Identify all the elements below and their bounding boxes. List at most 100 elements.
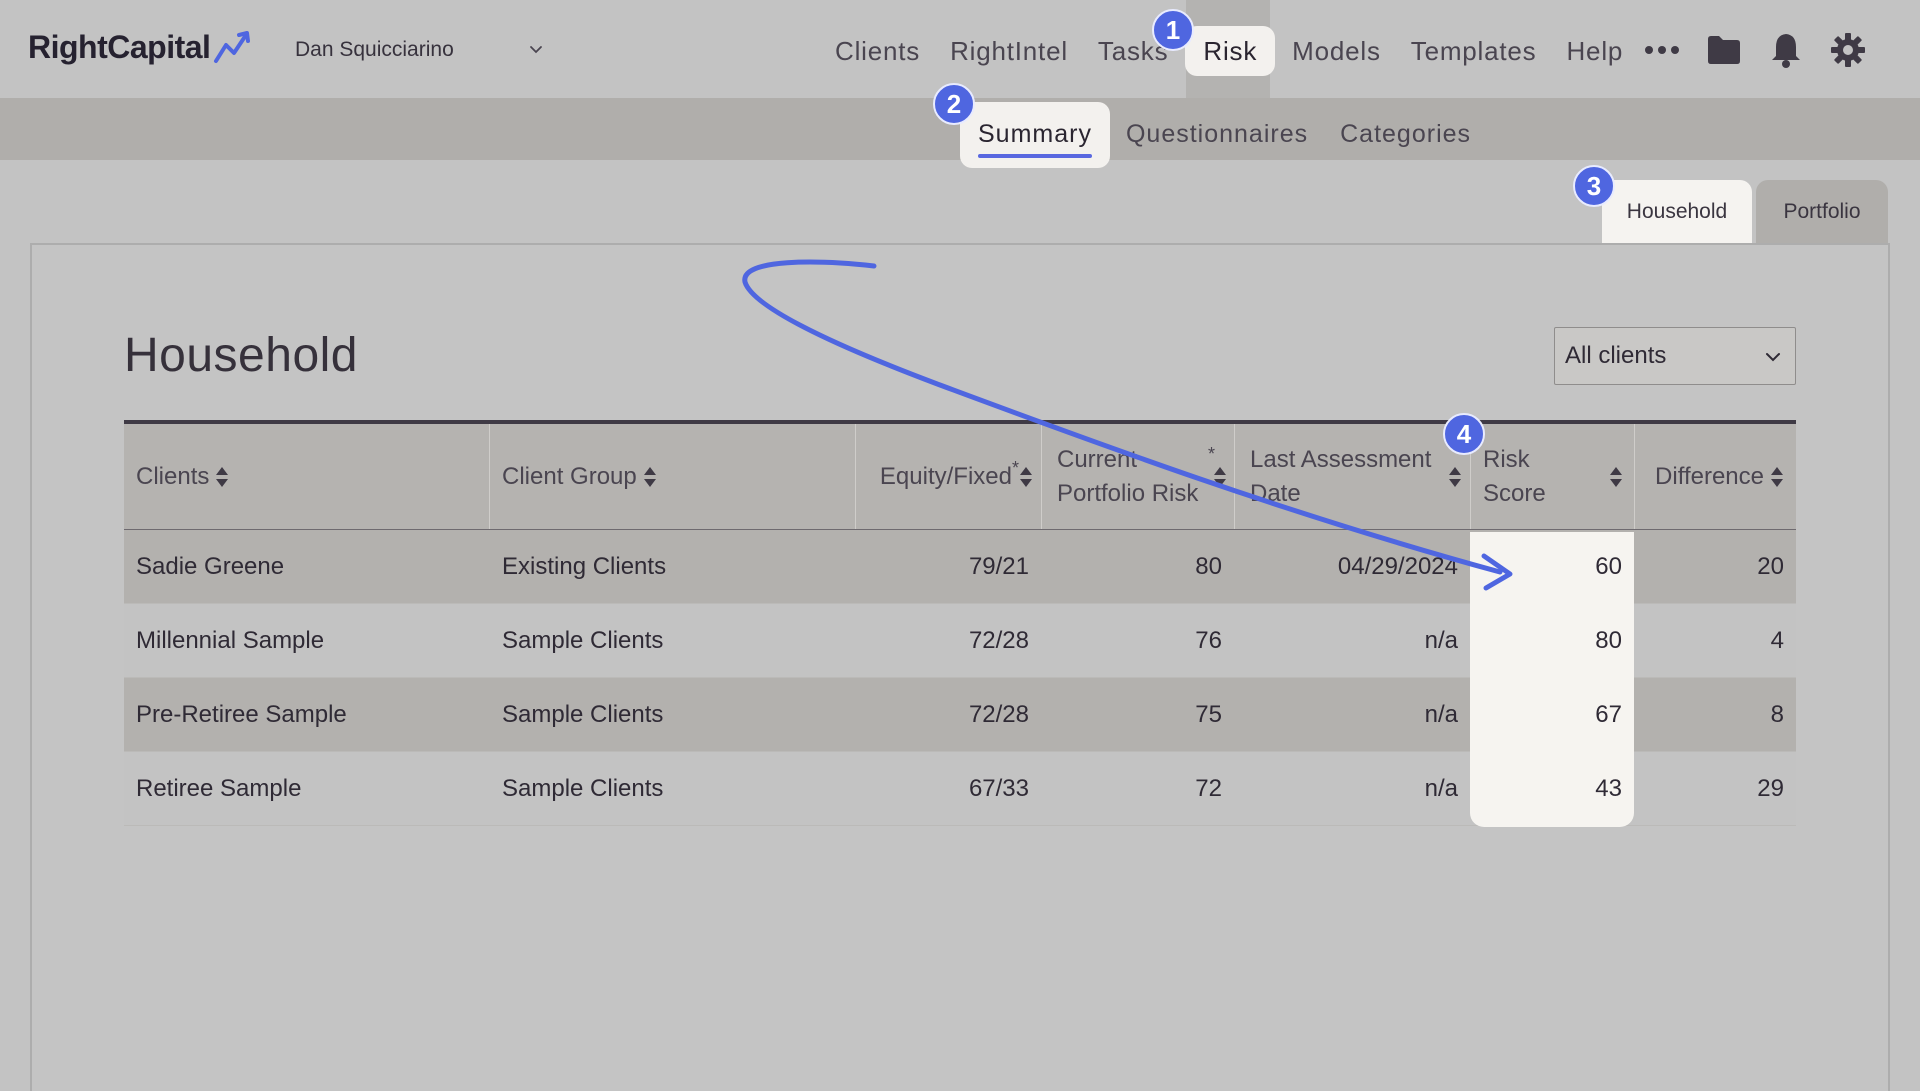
cell-difference: 29	[1757, 774, 1784, 802]
client-filter-value: All clients	[1565, 342, 1667, 369]
column-header-difference-label: Difference	[1655, 463, 1764, 490]
brand-logo[interactable]: RightCapital	[28, 24, 256, 70]
table-header: Clients Client Group Equity/Fixed * Curr…	[124, 420, 1796, 530]
subnav-item-questionnaires[interactable]: Questionnaires	[1110, 102, 1324, 168]
table-row[interactable]: Millennial Sample Sample Clients 72/28 7…	[124, 604, 1796, 678]
step-badge-3: 3	[1573, 165, 1615, 207]
household-risk-table: Clients Client Group Equity/Fixed * Curr…	[124, 420, 1796, 826]
column-divider	[489, 424, 490, 529]
column-header-client-group-label: Client Group	[502, 463, 637, 490]
cell-current-risk: 72	[1195, 774, 1222, 802]
column-header-risk-score-label: Risk Score	[1483, 443, 1546, 511]
sort-icon[interactable]	[1448, 466, 1462, 488]
cell-client-group: Existing Clients	[502, 552, 667, 580]
sort-icon[interactable]	[1213, 466, 1227, 488]
nav-item-rightintel[interactable]: RightIntel	[935, 26, 1083, 76]
column-divider	[1041, 424, 1042, 529]
page-title: Household	[124, 329, 358, 382]
cell-last-assessment: n/a	[1424, 700, 1458, 728]
table-body: Sadie Greene Existing Clients 79/21 80 0…	[124, 530, 1796, 826]
nav-item-help[interactable]: Help	[1551, 26, 1638, 76]
column-header-current-risk-label: Current Portfolio Risk	[1057, 443, 1198, 511]
column-header-last-assessment-line2: Date	[1250, 480, 1301, 507]
column-header-client-group[interactable]: Client Group	[502, 424, 842, 530]
column-header-risk-score-line1: Risk	[1483, 446, 1530, 473]
cell-risk-score: 43	[1595, 774, 1622, 802]
column-divider	[1234, 424, 1235, 529]
column-divider	[1634, 424, 1635, 529]
sort-icon[interactable]	[1019, 466, 1033, 488]
cell-equity-fixed: 67/33	[968, 774, 1029, 802]
cell-client-group: Sample Clients	[502, 626, 664, 654]
column-header-risk-score-line2: Score	[1483, 480, 1546, 507]
main-nav: Clients RightIntel Tasks Risk Models Tem…	[820, 26, 1638, 76]
cell-client[interactable]: Millennial Sample	[136, 604, 324, 677]
cell-risk-score: 67	[1595, 700, 1622, 728]
column-header-current-risk-line1: Current	[1057, 446, 1138, 473]
cell-client[interactable]: Sadie Greene	[136, 530, 284, 603]
user-name: Dan Squicciarino	[295, 38, 454, 61]
column-header-last-assessment-label: Last Assessment Date	[1250, 443, 1431, 511]
sort-icon[interactable]	[215, 466, 229, 488]
brand-chart-icon	[214, 31, 251, 63]
step-badge-2: 2	[933, 83, 975, 125]
cell-current-risk: 80	[1195, 552, 1222, 580]
cell-difference: 8	[1770, 700, 1784, 728]
table-row[interactable]: Retiree Sample Sample Clients 67/33 72 n…	[124, 752, 1796, 826]
cell-current-risk: 76	[1195, 626, 1222, 654]
cell-risk-score: 80	[1595, 626, 1622, 654]
cell-client[interactable]: Pre-Retiree Sample	[136, 678, 347, 751]
column-header-equity-fixed-label: Equity/Fixed	[879, 463, 1012, 490]
subnav-item-summary[interactable]: Summary	[960, 102, 1110, 168]
column-header-last-assessment[interactable]: Last Assessment Date	[1250, 424, 1462, 530]
footnote-asterisk: *	[1011, 458, 1019, 478]
cell-equity-fixed: 79/21	[968, 552, 1029, 580]
cell-current-risk: 75	[1195, 700, 1222, 728]
cell-difference: 20	[1757, 552, 1784, 580]
cell-client[interactable]: Retiree Sample	[136, 752, 301, 825]
column-header-last-assessment-line1: Last Assessment	[1250, 446, 1432, 473]
column-header-current-risk-line2: Portfolio Risk	[1057, 480, 1199, 507]
cell-last-assessment: 04/29/2024	[1337, 552, 1458, 580]
gear-icon[interactable]	[1826, 28, 1870, 72]
cell-risk-score: 60	[1595, 552, 1622, 580]
nav-icon-group	[1640, 28, 1888, 72]
cell-client-group: Sample Clients	[502, 774, 664, 802]
bell-icon[interactable]	[1764, 28, 1808, 72]
nav-item-clients[interactable]: Clients	[820, 26, 935, 76]
table-row[interactable]: Pre-Retiree Sample Sample Clients 72/28 …	[124, 678, 1796, 752]
cell-last-assessment: n/a	[1424, 774, 1458, 802]
table-row[interactable]: Sadie Greene Existing Clients 79/21 80 0…	[124, 530, 1796, 604]
sub-nav: Summary Questionnaires Categories	[960, 102, 1487, 168]
column-header-risk-score[interactable]: Risk Score	[1483, 424, 1623, 530]
footnote-asterisk: *	[1207, 444, 1215, 464]
chevron-down-icon	[530, 46, 542, 54]
sort-icon[interactable]	[1770, 466, 1784, 488]
nav-item-templates[interactable]: Templates	[1396, 26, 1552, 76]
subnav-item-categories[interactable]: Categories	[1324, 102, 1487, 168]
tab-portfolio[interactable]: Portfolio	[1756, 180, 1888, 244]
tab-household[interactable]: Household	[1602, 180, 1752, 244]
sort-icon[interactable]	[643, 466, 657, 488]
household-user-select[interactable]: Dan Squicciarino	[295, 34, 545, 66]
nav-item-models[interactable]: Models	[1277, 26, 1396, 76]
cell-client-group: Sample Clients	[502, 700, 664, 728]
folder-icon[interactable]	[1702, 28, 1746, 72]
nav-item-risk[interactable]: Risk	[1185, 26, 1276, 76]
sort-icon[interactable]	[1609, 466, 1623, 488]
cell-last-assessment: n/a	[1424, 626, 1458, 654]
step-badge-4: 4	[1443, 413, 1485, 455]
cell-equity-fixed: 72/28	[968, 700, 1029, 728]
brand-name: RightCapital	[28, 28, 211, 65]
cell-equity-fixed: 72/28	[968, 626, 1029, 654]
column-header-equity-fixed[interactable]: Equity/Fixed *	[855, 424, 1033, 530]
column-header-difference[interactable]: Difference	[1646, 424, 1796, 530]
chevron-down-icon	[1766, 353, 1780, 362]
step-badge-1: 1	[1152, 9, 1194, 51]
client-filter-select[interactable]: All clients	[1554, 327, 1796, 385]
cell-difference: 4	[1770, 626, 1784, 654]
more-icon[interactable]	[1640, 28, 1684, 72]
column-header-clients-label: Clients	[136, 463, 210, 490]
column-header-clients[interactable]: Clients	[136, 424, 476, 530]
column-header-current-portfolio-risk[interactable]: Current Portfolio Risk *	[1057, 424, 1227, 530]
